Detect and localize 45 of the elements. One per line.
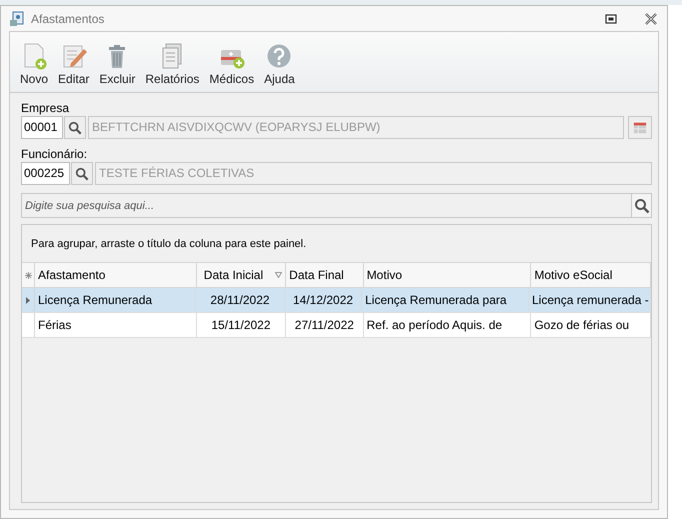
lookup-button[interactable] [64,116,86,139]
column-header[interactable]: Motivo eSocial [531,263,651,287]
table-cell: Licença remunerada - [529,288,651,312]
sort-icon [275,272,282,278]
table-cell: Férias [35,313,197,337]
toolbar-button[interactable]: Ajuda [260,42,299,86]
code-field[interactable]: 000225 [21,162,70,185]
table-button[interactable] [628,116,652,139]
group-panel-hint: Para agrupar, arraste o título da coluna para este painel. [31,238,306,250]
name-field: TESTE FÉRIAS COLETIVAS [95,162,652,185]
restore-icon[interactable] [605,14,617,24]
field-label: Funcionário: [21,147,88,161]
toolbar-button[interactable]: Novo [16,42,52,86]
app-icon [9,10,25,26]
asterisk-icon [24,272,32,278]
table-cell: Ref. ao período Aquis. de [364,313,532,337]
close-icon[interactable] [645,12,657,24]
table-cell: 28/11/2022 [196,288,285,312]
toolbar-button[interactable]: Relatórios [141,42,204,86]
toolbar-button[interactable]: Excluir [95,42,140,86]
row-indicator-icon [26,296,30,304]
help-icon [265,42,294,70]
search-icon [634,198,650,214]
search-field[interactable]: Digite sua pesquisa aqui... [21,193,631,218]
column-header[interactable]: Motivo [364,263,532,287]
field-label: Empresa [21,101,70,115]
toolbar-button[interactable]: Editar [54,42,94,86]
table-cell: Licença Remunerada para [362,288,529,312]
table-cell: Gozo de férias ou [531,313,651,337]
name-field: BEFTTCHRN AISVDIXQCWV (EOPARYSJ ELUBPW) [88,116,624,139]
toolbar-button[interactable]: Médicos [205,42,258,86]
column-header[interactable]: Data Inicial [196,263,286,287]
column-header[interactable]: Data Final [286,263,364,287]
search-icon [75,166,89,180]
column-header[interactable]: Afastamento [35,263,197,287]
search-button[interactable] [631,193,652,218]
table-cell: 15/11/2022 [196,313,286,337]
table-cell: 27/11/2022 [286,313,364,337]
lookup-button[interactable] [71,162,93,185]
table-cell: 14/12/2022 [284,288,362,312]
table-cell: Licença Remunerada [35,288,196,312]
search-icon [68,120,82,134]
code-field[interactable]: 00001 [21,116,63,139]
table-icon [633,120,647,134]
window-title: Afastamentos [31,12,104,26]
